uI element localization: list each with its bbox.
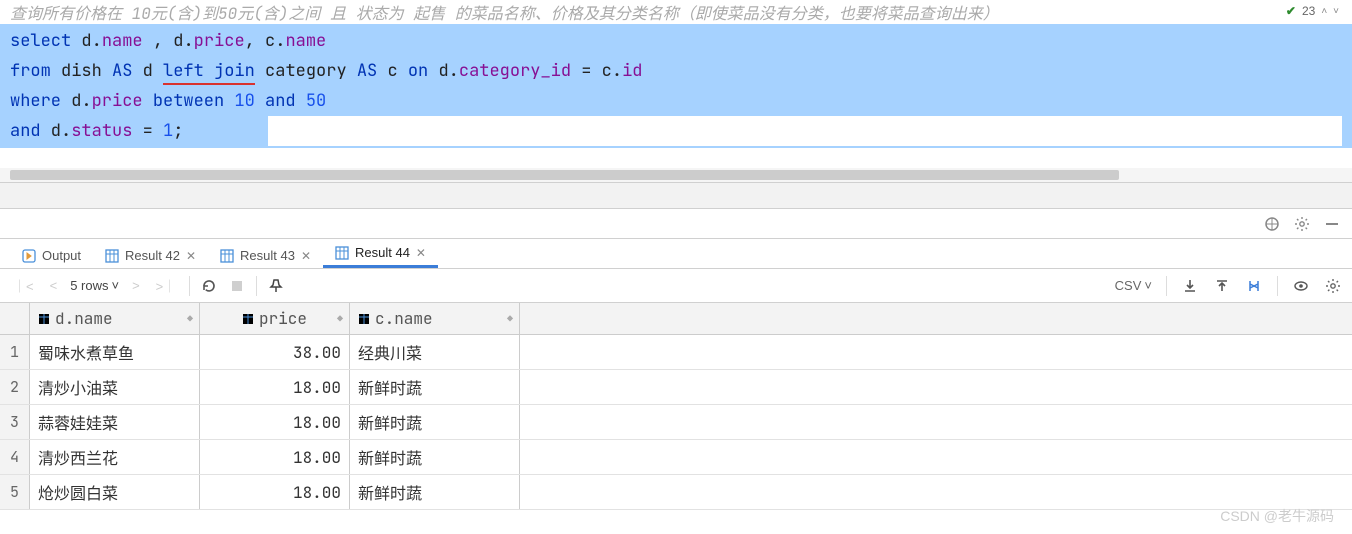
cell-price[interactable]: 18.00 — [200, 370, 350, 404]
table-row[interactable]: 5炝炒圆白菜18.00新鲜时蔬 — [0, 475, 1352, 510]
compare-icon[interactable] — [1245, 277, 1263, 295]
output-icon — [22, 249, 36, 263]
grid-icon — [335, 246, 349, 260]
grid-header-row: d.name◆ price◆ c.name◆ — [0, 303, 1352, 335]
cell-dname[interactable]: 炝炒圆白菜 — [30, 475, 200, 509]
chevron-down-icon: ˅ — [111, 278, 119, 293]
col-header-price[interactable]: price◆ — [200, 303, 350, 334]
problems-count: 23 — [1302, 4, 1315, 18]
tab-result[interactable]: Result 43 ✕ — [208, 243, 323, 268]
row-number: 1 — [0, 335, 30, 369]
tab-label: Result 43 — [240, 248, 295, 263]
minimize-icon[interactable] — [1324, 216, 1340, 232]
download-icon[interactable] — [1181, 277, 1199, 295]
chevron-down-icon[interactable]: ˅ — [1333, 6, 1339, 17]
first-page-button[interactable]: ｜< — [10, 274, 37, 297]
services-toolbar — [0, 209, 1352, 239]
table-row[interactable]: 4清炒西兰花18.00新鲜时蔬 — [0, 440, 1352, 475]
cell-price[interactable]: 38.00 — [200, 335, 350, 369]
check-icon: ✔ — [1286, 4, 1296, 18]
sql-editor[interactable]: 查询所有价格在 10元(含)到50元(含)之间 且 状态为 起售 的菜品名称、价… — [0, 0, 1352, 183]
sort-icon[interactable]: ◆ — [507, 312, 513, 325]
close-icon[interactable]: ✕ — [416, 246, 426, 260]
eye-icon[interactable] — [1292, 277, 1310, 295]
col-header-cname[interactable]: c.name◆ — [350, 303, 520, 334]
row-number: 4 — [0, 440, 30, 474]
tab-output[interactable]: Output — [10, 243, 93, 268]
cell-dname[interactable]: 蜀味水煮草鱼 — [30, 335, 200, 369]
prev-page-button[interactable]: < — [47, 276, 61, 295]
column-icon — [38, 313, 50, 325]
tab-label: Result 44 — [355, 245, 410, 260]
cell-cname[interactable]: 新鲜时蔬 — [350, 370, 520, 404]
chevron-down-icon: ˅ — [1144, 278, 1152, 293]
cell-dname[interactable]: 清炒西兰花 — [30, 440, 200, 474]
column-icon — [358, 313, 370, 325]
tab-label: Output — [42, 248, 81, 263]
upload-icon[interactable] — [1213, 277, 1231, 295]
problems-badge[interactable]: ✔ 23 ˄ ˅ — [1281, 2, 1344, 20]
rows-count-dropdown[interactable]: 5 rows˅ — [70, 278, 119, 293]
editor-scrollbar[interactable] — [0, 168, 1352, 182]
cell-price[interactable]: 18.00 — [200, 405, 350, 439]
last-page-button[interactable]: >｜ — [153, 274, 180, 297]
grid-icon — [105, 249, 119, 263]
row-number: 5 — [0, 475, 30, 509]
cell-price[interactable]: 18.00 — [200, 440, 350, 474]
cell-cname[interactable]: 新鲜时蔬 — [350, 440, 520, 474]
cell-cname[interactable]: 新鲜时蔬 — [350, 475, 520, 509]
rownum-header — [0, 303, 30, 334]
result-grid[interactable]: d.name◆ price◆ c.name◆ 1蜀味水煮草鱼38.00经典川菜2… — [0, 303, 1352, 510]
cell-dname[interactable]: 清炒小油菜 — [30, 370, 200, 404]
col-header-dname[interactable]: d.name◆ — [30, 303, 200, 334]
chevron-up-icon[interactable]: ˄ — [1321, 6, 1327, 17]
table-row[interactable]: 3蒜蓉娃娃菜18.00新鲜时蔬 — [0, 405, 1352, 440]
layout-icon[interactable] — [1264, 216, 1280, 232]
result-toolbar: ｜< < 5 rows˅ > >｜ CSV˅ — [0, 269, 1352, 303]
sort-icon[interactable]: ◆ — [187, 312, 193, 325]
reload-icon[interactable] — [200, 277, 218, 295]
table-row[interactable]: 1蜀味水煮草鱼38.00经典川菜 — [0, 335, 1352, 370]
gear-icon[interactable] — [1324, 277, 1342, 295]
grid-icon — [220, 249, 234, 263]
close-icon[interactable]: ✕ — [301, 249, 311, 263]
column-icon — [242, 313, 254, 325]
tab-result[interactable]: Result 42 ✕ — [93, 243, 208, 268]
tab-result[interactable]: Result 44 ✕ — [323, 240, 438, 268]
sort-icon[interactable]: ◆ — [337, 312, 343, 325]
result-tabs: Output Result 42 ✕ Result 43 ✕ Result 44 ✕ — [0, 239, 1352, 269]
cell-price[interactable]: 18.00 — [200, 475, 350, 509]
row-number: 3 — [0, 405, 30, 439]
next-page-button[interactable]: > — [129, 276, 143, 295]
close-icon[interactable]: ✕ — [186, 249, 196, 263]
stop-icon[interactable] — [228, 277, 246, 295]
gear-icon[interactable] — [1294, 216, 1310, 232]
export-format-dropdown[interactable]: CSV˅ — [1115, 278, 1152, 293]
row-number: 2 — [0, 370, 30, 404]
sql-comment: 查询所有价格在 10元(含)到50元(含)之间 且 状态为 起售 的菜品名称、价… — [0, 0, 1352, 24]
tab-label: Result 42 — [125, 248, 180, 263]
table-row[interactable]: 2清炒小油菜18.00新鲜时蔬 — [0, 370, 1352, 405]
sql-code[interactable]: select d.name , d.price, c.namefrom dish… — [0, 24, 1352, 148]
cell-dname[interactable]: 蒜蓉娃娃菜 — [30, 405, 200, 439]
pin-icon[interactable] — [267, 277, 285, 295]
cell-cname[interactable]: 新鲜时蔬 — [350, 405, 520, 439]
cell-cname[interactable]: 经典川菜 — [350, 335, 520, 369]
